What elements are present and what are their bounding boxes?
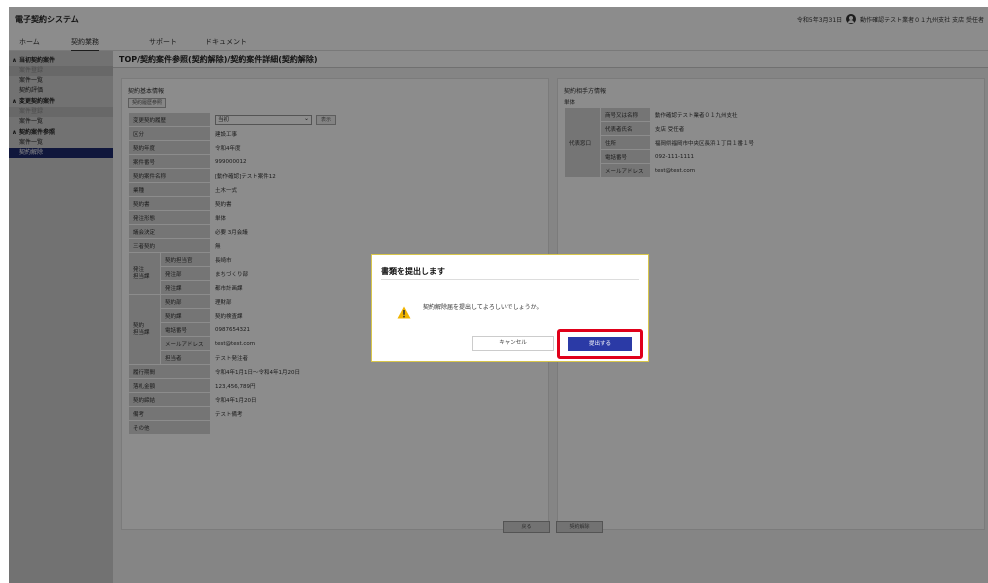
dialog-message: 契約解除届を提出してよろしいでしょうか。 xyxy=(423,304,543,311)
submit-dialog: 書類を提出します 契約解除届を提出してよろしいでしょうか。 キャンセル 提出する xyxy=(371,254,649,362)
dialog-title: 書類を提出します xyxy=(381,267,445,276)
dialog-divider xyxy=(381,279,639,280)
submit-highlight-box: 提出する xyxy=(557,329,643,359)
cancel-button[interactable]: キャンセル xyxy=(472,336,554,351)
warning-triangle-icon xyxy=(397,306,411,319)
app-window: 電子契約システム 令和5年3月31日 動作確認テスト業者０１九州支社 支店 受任… xyxy=(9,7,988,583)
submit-button[interactable]: 提出する xyxy=(568,337,632,351)
